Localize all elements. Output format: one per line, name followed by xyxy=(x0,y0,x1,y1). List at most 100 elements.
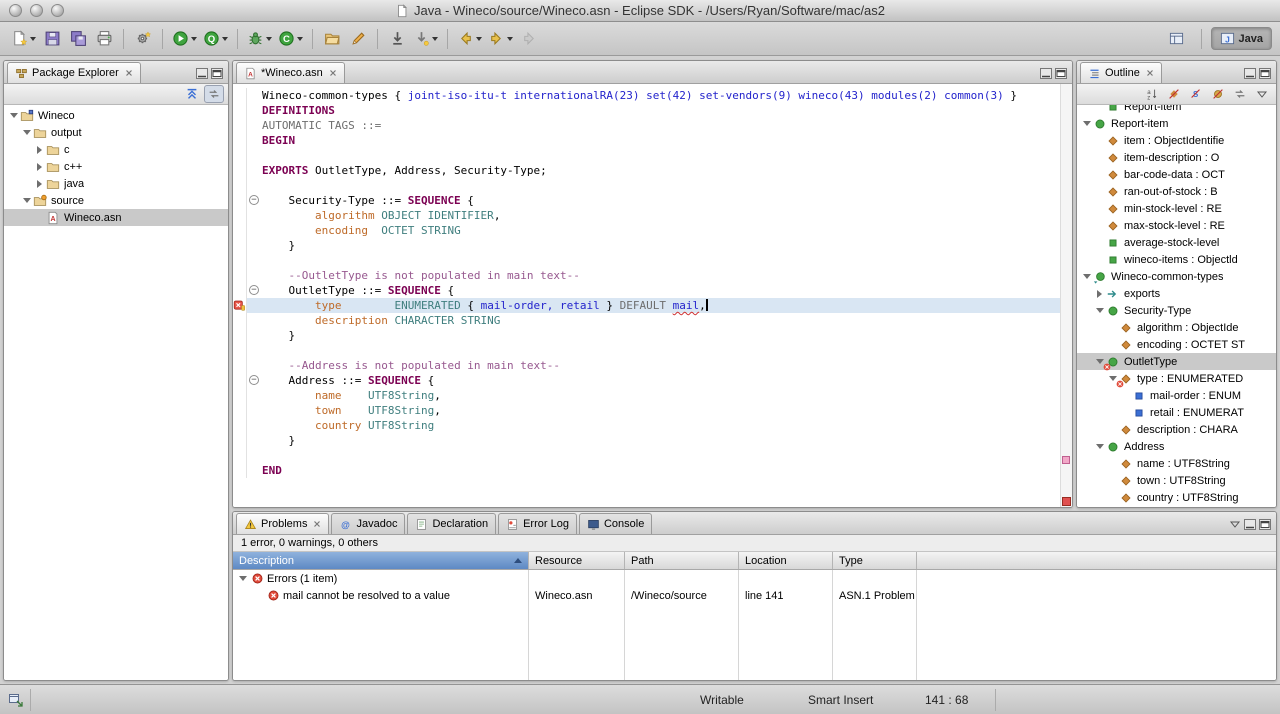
expander-right-icon[interactable] xyxy=(34,175,45,192)
code-text[interactable]: DEFINITIONS xyxy=(262,103,1060,118)
java-perspective-button[interactable]: J Java xyxy=(1211,27,1272,50)
last-edit-location-button[interactable] xyxy=(385,26,409,51)
outline-item-wineco-items-objectld[interactable]: wineco-items : Objectld xyxy=(1077,251,1276,268)
minimize-view-icon[interactable] xyxy=(196,68,208,79)
code-text[interactable]: town UTF8String, xyxy=(262,403,1060,418)
pe-item-wineco-asn[interactable]: AWineco.asn xyxy=(4,209,228,226)
expander-down-icon[interactable] xyxy=(1081,268,1092,285)
close-icon[interactable] xyxy=(329,69,337,77)
minimize-view-icon[interactable] xyxy=(1244,68,1256,79)
code-text[interactable] xyxy=(262,253,1060,268)
run-dropdown-icon[interactable] xyxy=(191,37,197,41)
tab-wineco-asn[interactable]: A *Wineco.asn xyxy=(236,62,345,83)
expander-down-icon[interactable] xyxy=(1094,302,1105,319)
expander-down-icon[interactable] xyxy=(21,124,32,141)
code-text[interactable]: } xyxy=(262,238,1060,253)
open-file-button[interactable] xyxy=(320,26,344,51)
sort-button[interactable]: az xyxy=(1142,85,1162,103)
expander-right-icon[interactable] xyxy=(1094,285,1105,302)
external-tools-dropdown-icon[interactable] xyxy=(222,37,228,41)
tab-javadoc[interactable]: @Javadoc xyxy=(331,513,405,534)
outline-item-max-stock-level-re[interactable]: max-stock-level : RE xyxy=(1077,217,1276,234)
back-dropdown-icon[interactable] xyxy=(476,37,482,41)
error-marker-icon[interactable] xyxy=(233,298,247,313)
view-menu-icon[interactable] xyxy=(1252,85,1272,103)
outline-item-min-stock-level-re[interactable]: min-stock-level : RE xyxy=(1077,200,1276,217)
tab-outline[interactable]: Outline xyxy=(1080,62,1162,83)
new-java-class-button[interactable]: C xyxy=(276,26,305,51)
tab-package-explorer[interactable]: Package Explorer xyxy=(7,62,141,83)
new-java-class-dropdown-icon[interactable] xyxy=(297,37,303,41)
code-text[interactable]: algorithm OBJECT IDENTIFIER, xyxy=(262,208,1060,223)
external-tools-button[interactable]: Q xyxy=(201,26,230,51)
next-annotation-button[interactable] xyxy=(411,26,440,51)
forward-dropdown-icon[interactable] xyxy=(507,37,513,41)
outline-item-description-chara[interactable]: description : CHARA xyxy=(1077,421,1276,438)
code-text[interactable] xyxy=(262,343,1060,358)
code-area[interactable]: Wineco-common-types { joint-iso-itu-t in… xyxy=(233,88,1060,478)
collapse-all-button[interactable] xyxy=(182,85,202,103)
maximize-view-icon[interactable] xyxy=(1259,519,1271,530)
outline-item-outlettype[interactable]: OutletType xyxy=(1077,353,1276,370)
minimize-view-icon[interactable] xyxy=(1040,68,1052,79)
pe-item-output[interactable]: output xyxy=(4,124,228,141)
debug-button[interactable] xyxy=(245,26,274,51)
column-header-location[interactable]: Location xyxy=(739,552,833,569)
pe-item-source[interactable]: source xyxy=(4,192,228,209)
close-window-button[interactable] xyxy=(9,4,22,17)
open-perspective-button[interactable] xyxy=(1161,28,1192,49)
outline-item-bar-code-data-oct[interactable]: bar-code-data : OCT xyxy=(1077,166,1276,183)
code-text[interactable] xyxy=(262,148,1060,163)
view-menu-icon[interactable] xyxy=(1229,519,1241,530)
code-text[interactable]: Address ::= SEQUENCE { xyxy=(262,373,1060,388)
run-button[interactable] xyxy=(170,26,199,51)
outline-item-address[interactable]: Address xyxy=(1077,438,1276,455)
code-text[interactable]: --Address is not populated in main text-… xyxy=(262,358,1060,373)
expander-down-icon[interactable] xyxy=(8,107,19,124)
outline-item-ran-out-of-stock-b[interactable]: ran-out-of-stock : B xyxy=(1077,183,1276,200)
hide-static-button[interactable]: S xyxy=(1186,85,1206,103)
link-with-editor-button[interactable] xyxy=(204,85,224,103)
debug-dropdown-icon[interactable] xyxy=(266,37,272,41)
outline-item-report-item[interactable]: Report-item xyxy=(1077,115,1276,132)
next-annotation-dropdown-icon[interactable] xyxy=(432,37,438,41)
column-header-type[interactable]: Type xyxy=(833,552,917,569)
tab-problems[interactable]: Problems xyxy=(236,513,329,534)
expander-down-icon[interactable] xyxy=(237,570,248,587)
zoom-window-button[interactable] xyxy=(51,4,64,17)
link-with-editor-button[interactable] xyxy=(1230,85,1250,103)
back-button[interactable] xyxy=(455,26,484,51)
overview-error-marker[interactable] xyxy=(1062,456,1070,464)
outline-item-algorithm-objectide[interactable]: algorithm : ObjectIde xyxy=(1077,319,1276,336)
pe-item-c[interactable]: c++ xyxy=(4,158,228,175)
hide-fields-button[interactable] xyxy=(1164,85,1184,103)
outline-item-average-stock-level[interactable]: average-stock-level xyxy=(1077,234,1276,251)
code-text[interactable]: END xyxy=(262,463,1060,478)
column-header-path[interactable]: Path xyxy=(625,552,739,569)
forward-button[interactable] xyxy=(486,26,515,51)
maximize-view-icon[interactable] xyxy=(1259,68,1271,79)
tab-console[interactable]: Console xyxy=(579,513,652,534)
pe-item-wineco[interactable]: Wineco xyxy=(4,107,228,124)
expander-down-icon[interactable] xyxy=(1094,438,1105,455)
outline-item-retail-enumerat[interactable]: retail : ENUMERAT xyxy=(1077,404,1276,421)
outline-item-item-description-o[interactable]: item-description : O xyxy=(1077,149,1276,166)
overview-ruler[interactable] xyxy=(1060,84,1072,507)
outline-item-name-utf8string[interactable]: name : UTF8String xyxy=(1077,455,1276,472)
build-all-button[interactable] xyxy=(131,26,155,51)
column-header-description[interactable]: Description xyxy=(233,552,529,569)
code-text[interactable]: AUTOMATIC TAGS ::= xyxy=(262,118,1060,133)
tab-error-log[interactable]: Error Log xyxy=(498,513,577,534)
code-text[interactable]: } xyxy=(262,328,1060,343)
problem-row-2[interactable]: mail cannot be resolved to a valueWineco… xyxy=(233,587,1276,604)
code-text[interactable]: description CHARACTER STRING xyxy=(262,313,1060,328)
close-icon[interactable] xyxy=(313,520,321,528)
code-text[interactable]: name UTF8String, xyxy=(262,388,1060,403)
save-button[interactable] xyxy=(40,26,64,51)
editor-body[interactable]: Wineco-common-types { joint-iso-itu-t in… xyxy=(233,84,1072,507)
code-text[interactable]: --OutletType is not populated in main te… xyxy=(262,268,1060,283)
outline-item-security-type[interactable]: Security-Type xyxy=(1077,302,1276,319)
minimize-window-button[interactable] xyxy=(30,4,43,17)
code-text[interactable]: } xyxy=(262,433,1060,448)
code-text[interactable]: OutletType ::= SEQUENCE { xyxy=(262,283,1060,298)
